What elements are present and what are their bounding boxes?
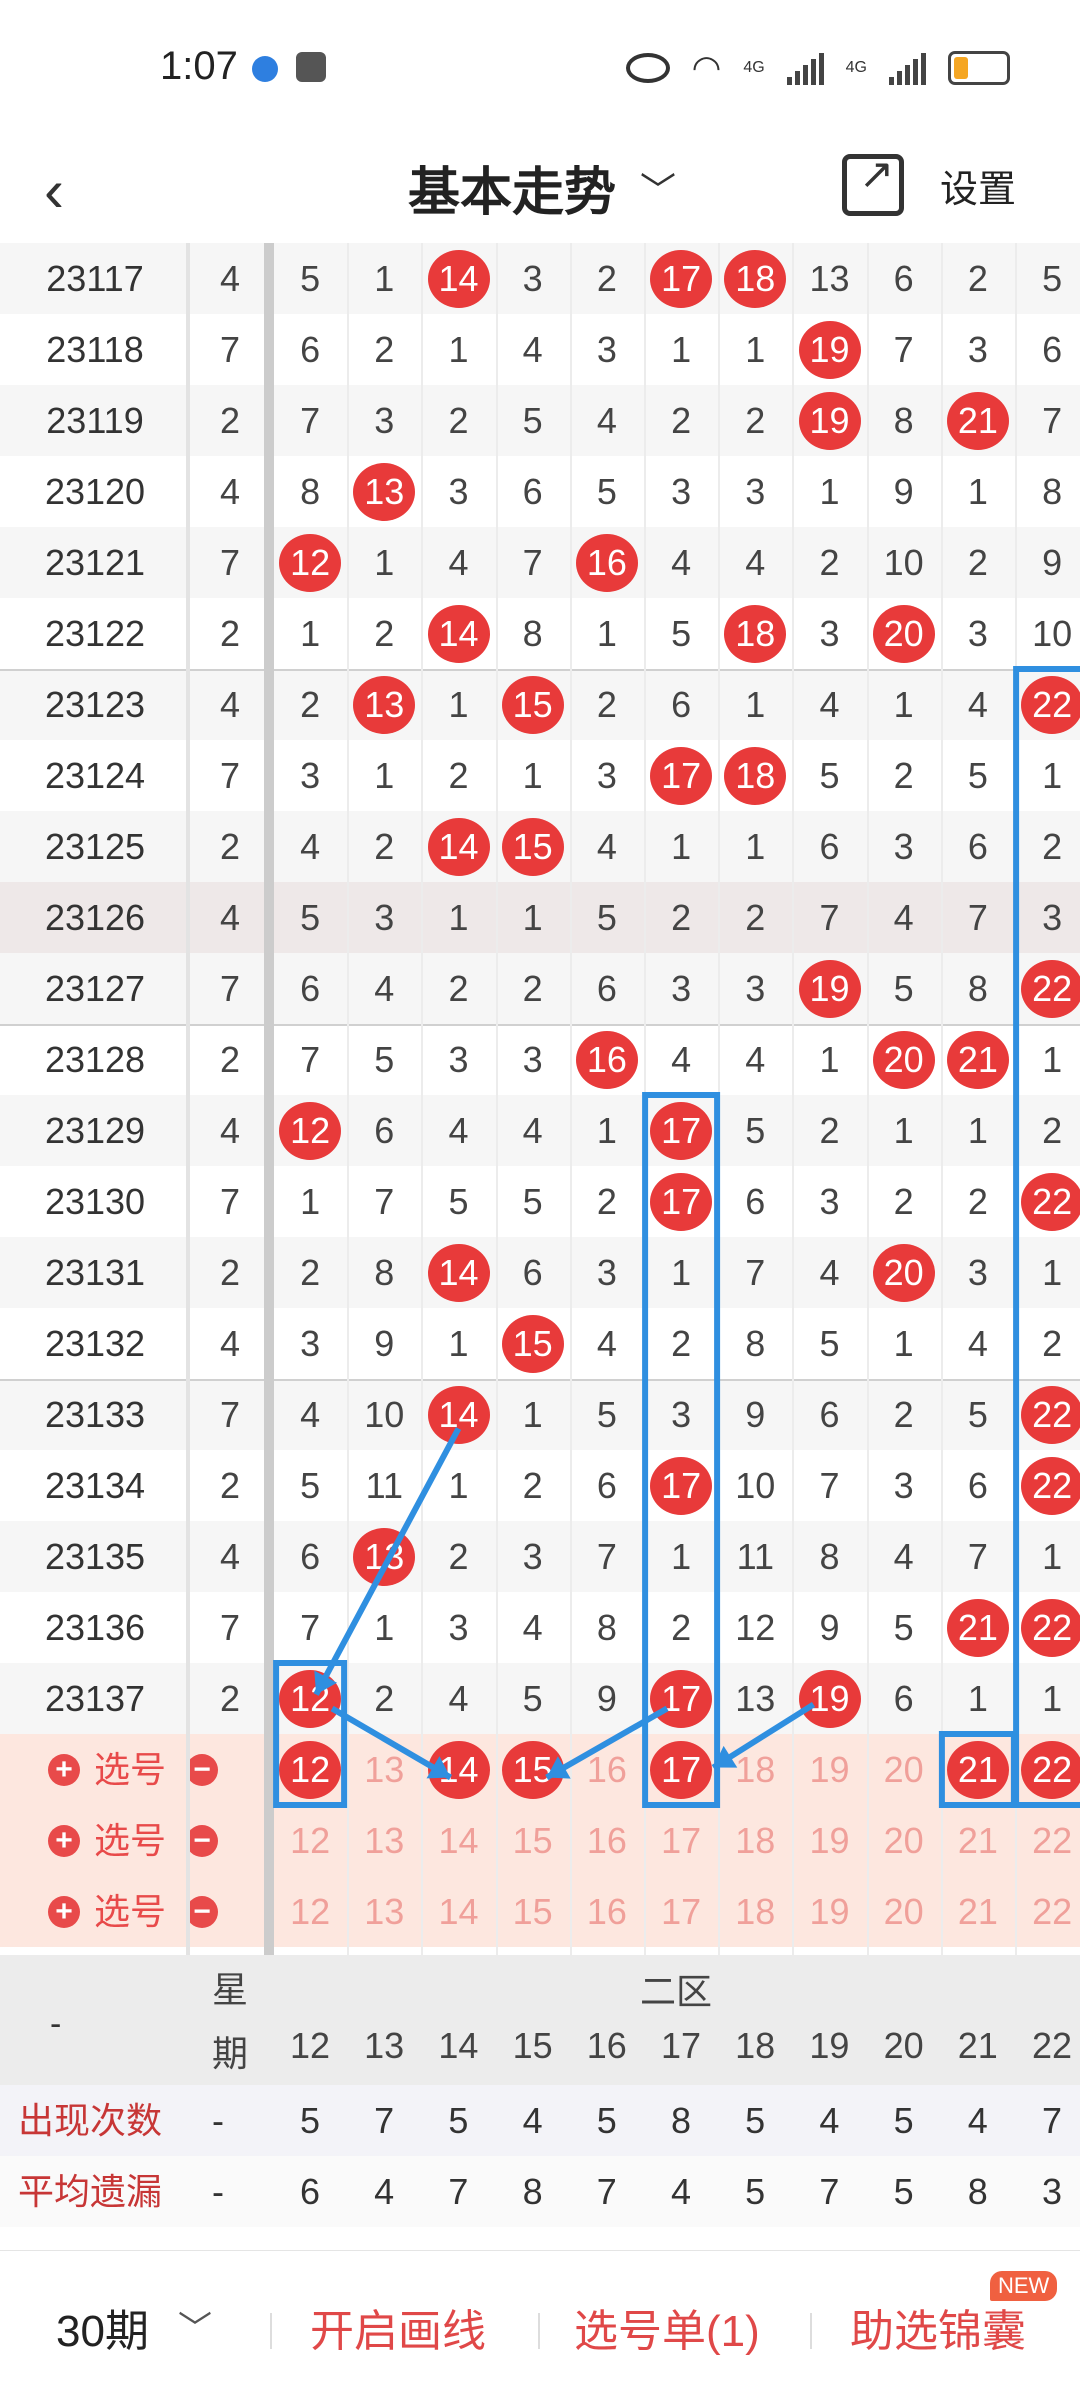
- drawing-overlay: [273, 666, 1080, 1808]
- annotation-arrow: [330, 1705, 453, 1781]
- column-22-highlight-box: [1013, 666, 1080, 1808]
- annotation-arrow: [313, 1427, 462, 1696]
- column-21-highlight-box: [938, 1731, 1017, 1808]
- annotation-arrow: [545, 1705, 669, 1781]
- annotation-arrow: [711, 1701, 816, 1771]
- column-17-highlight-box: [642, 1092, 721, 1808]
